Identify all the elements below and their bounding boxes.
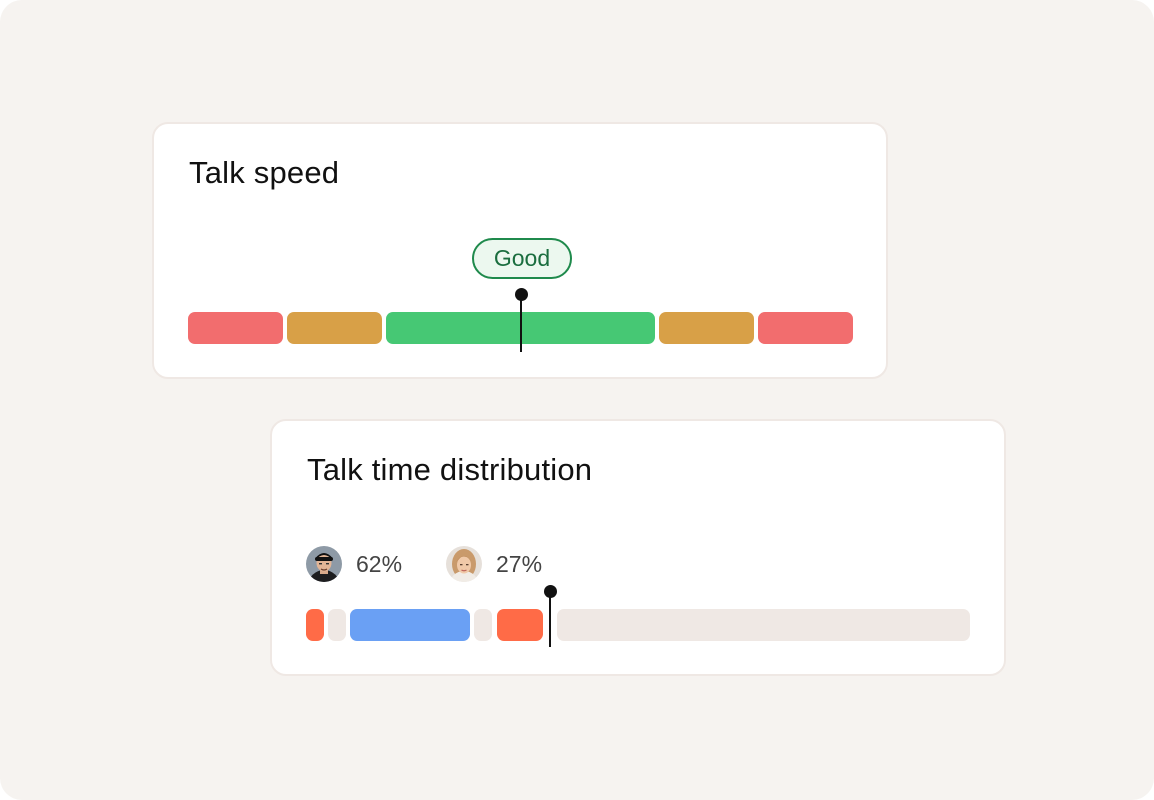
speaker-2-percentage: 27% (496, 551, 543, 577)
timeline-segment-speaker-2 (350, 609, 470, 641)
timeline-segment-speaker-1 (306, 609, 324, 641)
talk-speed-rating-badge: Good (472, 238, 572, 279)
timeline-segment-silence (474, 609, 492, 641)
timeline-segment-speaker-1 (497, 609, 543, 641)
timeline-segment-silence (328, 609, 346, 641)
timeline-segment-remaining (557, 609, 970, 641)
talk-time-distribution-title: Talk time distribution (307, 452, 593, 487)
scale-segment-fast (659, 312, 754, 344)
speaker-1-percentage: 62% (356, 551, 403, 577)
speaker-avatar-woman-icon (446, 546, 482, 582)
canvas-background: Talk speed Good Talk time distribution 6… (0, 0, 1154, 800)
scale-segment-too-slow (188, 312, 283, 344)
talk-time-distribution-card: Talk time distribution 62% 27% (270, 419, 1006, 676)
talk-speed-marker-line (520, 296, 522, 352)
scale-segment-slow (287, 312, 382, 344)
talk-speed-card: Talk speed Good (152, 122, 888, 379)
speaker-avatar-man-icon (306, 546, 342, 582)
timeline-playhead-line (549, 593, 551, 647)
scale-segment-too-fast (758, 312, 853, 344)
talk-speed-title: Talk speed (189, 155, 340, 190)
timeline-playhead-dot[interactable] (544, 585, 557, 598)
talk-speed-marker-dot[interactable] (515, 288, 528, 301)
